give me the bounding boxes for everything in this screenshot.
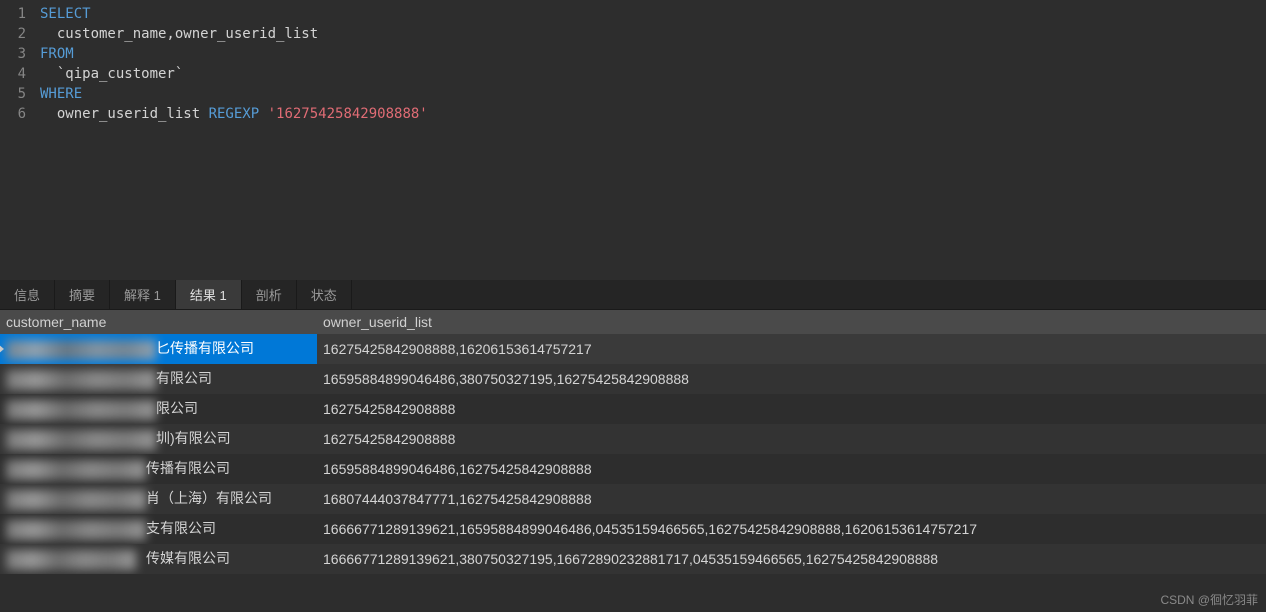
table-row[interactable]: 肖（上海）有限公司16807444037847771,1627542584290… bbox=[0, 484, 1266, 514]
code-content[interactable]: owner_userid_list REGEXP '16275425842908… bbox=[40, 104, 428, 124]
tab[interactable]: 状态 bbox=[297, 280, 352, 309]
column-header-customer-name[interactable]: customer_name bbox=[0, 311, 317, 333]
cell-owner-userid-list[interactable]: 16275425842908888 bbox=[317, 397, 1266, 421]
table-row[interactable]: 有限公司16595884899046486,380750327195,16275… bbox=[0, 364, 1266, 394]
code-content[interactable]: WHERE bbox=[40, 84, 82, 104]
code-content[interactable]: SELECT bbox=[40, 4, 91, 24]
table-row[interactable]: 传媒有限公司16666771289139621,380750327195,166… bbox=[0, 544, 1266, 574]
table-header-row: customer_name owner_userid_list bbox=[0, 310, 1266, 334]
code-line[interactable]: 1SELECT bbox=[0, 4, 1266, 24]
code-line[interactable]: 6 owner_userid_list REGEXP '162754258429… bbox=[0, 104, 1266, 124]
table-row[interactable]: 传播有限公司16595884899046486,1627542584290888… bbox=[0, 454, 1266, 484]
cell-owner-userid-list[interactable]: 16666771289139621,380750327195,166728902… bbox=[317, 547, 1266, 571]
line-number: 5 bbox=[0, 84, 40, 104]
tab[interactable]: 解释 1 bbox=[110, 280, 176, 309]
tab[interactable]: 剖析 bbox=[242, 280, 297, 309]
tab[interactable]: 结果 1 bbox=[176, 280, 242, 309]
table-row[interactable]: 支有限公司16666771289139621,16595884899046486… bbox=[0, 514, 1266, 544]
tab[interactable]: 摘要 bbox=[55, 280, 110, 309]
line-number: 4 bbox=[0, 64, 40, 84]
cell-customer-name[interactable]: 有限公司 bbox=[0, 364, 317, 393]
cell-customer-name[interactable]: 圳)有限公司 bbox=[0, 424, 317, 453]
cell-customer-name[interactable]: 肖（上海）有限公司 bbox=[0, 484, 317, 513]
table-row[interactable]: 限公司16275425842908888 bbox=[0, 394, 1266, 424]
column-header-owner-userid-list[interactable]: owner_userid_list bbox=[317, 311, 1266, 333]
line-number: 6 bbox=[0, 104, 40, 124]
line-number: 2 bbox=[0, 24, 40, 44]
line-number: 1 bbox=[0, 4, 40, 24]
code-content[interactable]: customer_name,owner_userid_list bbox=[40, 24, 318, 44]
cell-owner-userid-list[interactable]: 16807444037847771,16275425842908888 bbox=[317, 487, 1266, 511]
cell-customer-name[interactable]: 支有限公司 bbox=[0, 514, 317, 543]
table-body: 匕传播有限公司16275425842908888,162061536147572… bbox=[0, 334, 1266, 574]
sql-editor[interactable]: 1SELECT2 customer_name,owner_userid_list… bbox=[0, 0, 1266, 280]
code-line[interactable]: 3FROM bbox=[0, 44, 1266, 64]
cell-owner-userid-list[interactable]: 16595884899046486,380750327195,162754258… bbox=[317, 367, 1266, 391]
cell-owner-userid-list[interactable]: 16275425842908888,16206153614757217 bbox=[317, 337, 1266, 361]
code-line[interactable]: 5WHERE bbox=[0, 84, 1266, 104]
table-row[interactable]: 匕传播有限公司16275425842908888,162061536147572… bbox=[0, 334, 1266, 364]
table-row[interactable]: 圳)有限公司16275425842908888 bbox=[0, 424, 1266, 454]
line-number: 3 bbox=[0, 44, 40, 64]
row-marker-icon bbox=[0, 344, 4, 354]
watermark: CSDN @徊忆羽菲 bbox=[1160, 591, 1258, 608]
code-content[interactable]: FROM bbox=[40, 44, 74, 64]
tab[interactable]: 信息 bbox=[0, 280, 55, 309]
code-content[interactable]: `qipa_customer` bbox=[40, 64, 183, 84]
cell-owner-userid-list[interactable]: 16666771289139621,16595884899046486,0453… bbox=[317, 517, 1266, 541]
code-line[interactable]: 4 `qipa_customer` bbox=[0, 64, 1266, 84]
results-panel: customer_name owner_userid_list 匕传播有限公司1… bbox=[0, 310, 1266, 574]
cell-customer-name[interactable]: 传媒有限公司 bbox=[0, 544, 317, 573]
cell-customer-name[interactable]: 限公司 bbox=[0, 394, 317, 423]
code-line[interactable]: 2 customer_name,owner_userid_list bbox=[0, 24, 1266, 44]
result-tabs: 信息摘要解释 1结果 1剖析状态 bbox=[0, 280, 1266, 310]
cell-owner-userid-list[interactable]: 16275425842908888 bbox=[317, 427, 1266, 451]
cell-owner-userid-list[interactable]: 16595884899046486,16275425842908888 bbox=[317, 457, 1266, 481]
cell-customer-name[interactable]: 匕传播有限公司 bbox=[0, 334, 317, 363]
cell-customer-name[interactable]: 传播有限公司 bbox=[0, 454, 317, 483]
